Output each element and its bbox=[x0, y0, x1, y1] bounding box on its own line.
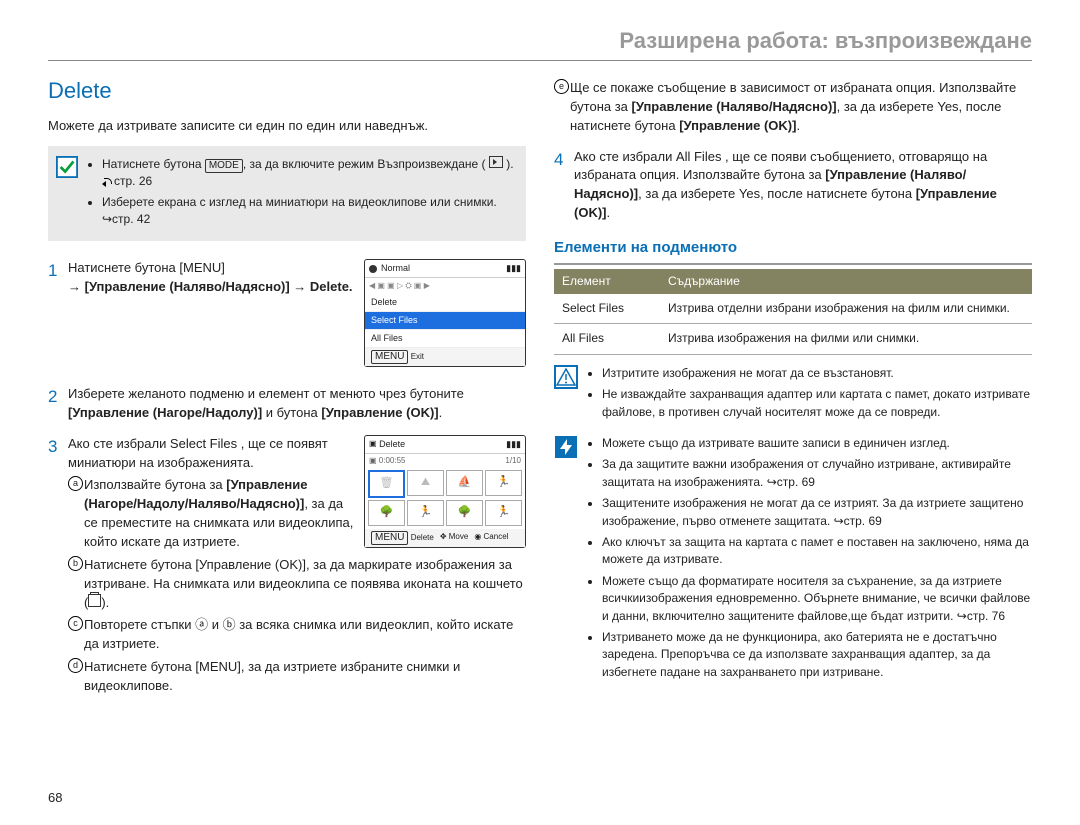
check-icon bbox=[56, 156, 78, 178]
submenu-table: Елемент Съдържание Select Files Изтрива … bbox=[554, 269, 1032, 355]
caution-icon bbox=[554, 365, 578, 394]
screen-mode-label: Normal bbox=[381, 262, 410, 275]
menu-screenshot: Normal▮▮▮ ◀ ▣ ▣ ▷ ⛭ ▣ ▶ Delete Select Fi… bbox=[364, 259, 526, 367]
footer-cancel-label: Cancel bbox=[484, 532, 509, 541]
table-header-desc: Съдържание bbox=[660, 269, 1032, 294]
cell-desc: Изтрива изображения на филми или снимки. bbox=[660, 324, 1032, 354]
thumbnail: 🌳 bbox=[368, 500, 405, 526]
thumbnail-selected: 🗑 bbox=[368, 470, 405, 498]
table-row: Select Files Изтрива отделни избрани изо… bbox=[554, 294, 1032, 324]
exit-label: Exit bbox=[411, 352, 424, 361]
play-icon bbox=[489, 156, 503, 168]
step-number: 4 bbox=[554, 148, 574, 223]
info-item: Защитените изображения не могат да се из… bbox=[602, 495, 1032, 530]
caution-item: Изтритите изображения не могат да се въз… bbox=[602, 365, 1032, 382]
info-item: За да защитите важни изображения от случ… bbox=[602, 456, 1032, 491]
section-title: Delete bbox=[48, 75, 526, 107]
info-item: Ако ключът за защита на картата с памет … bbox=[602, 534, 1032, 569]
right-column: eЩе се покаже съобщение в зависимост от … bbox=[554, 75, 1032, 712]
step-3: ▣ Delete▮▮▮ ▣ 0:00:551/10 🗑 ⛰ ⛵ 🏃 🌳 🏃 🌳 bbox=[68, 435, 526, 700]
step-1: Normal▮▮▮ ◀ ▣ ▣ ▷ ⛭ ▣ ▶ Delete Select Fi… bbox=[68, 259, 526, 373]
info-icon bbox=[554, 435, 578, 464]
info-item: Можете също да изтривате вашите записи в… bbox=[602, 435, 1032, 452]
left-column: Delete Можете да изтривате записите си е… bbox=[48, 75, 526, 712]
prereq-item: Изберете екрана с изглед на миниатюри на… bbox=[102, 194, 514, 229]
step-4: Ако сте избрали All Files , ще се появи … bbox=[574, 148, 1032, 223]
submenu-heading: Елементи на подменюто bbox=[554, 235, 1032, 265]
thumbnail: ⛰ bbox=[407, 470, 444, 496]
thumbs-title: Delete bbox=[379, 438, 405, 451]
menu-row-selected: Select Files bbox=[365, 312, 525, 330]
page-header: Разширена работа: възпроизвеждане bbox=[48, 28, 1032, 61]
intro-text: Можете да изтривате записите си един по … bbox=[48, 117, 526, 136]
substep-a: Използвайте бутона за [Управление (Нагор… bbox=[84, 476, 356, 551]
thumbnail: ⛵ bbox=[446, 470, 483, 496]
substep-d: Натиснете бутона [MENU], за да изтриете … bbox=[84, 658, 526, 696]
step-number: 3 bbox=[48, 435, 68, 700]
cell-item: Select Files bbox=[554, 294, 660, 324]
cell-desc: Изтрива отделни избрани изображения на ф… bbox=[660, 294, 1032, 324]
table-header-item: Елемент bbox=[554, 269, 660, 294]
header-title: Разширена работа: възпроизвеждане bbox=[619, 28, 1032, 53]
caution-block: Изтритите изображения не могат да се въз… bbox=[554, 365, 1032, 425]
footer-move-label: Move bbox=[449, 532, 469, 541]
menu-row: All Files bbox=[365, 330, 525, 348]
step-text: Натиснете бутона [MENU] bbox=[68, 260, 225, 275]
info-item: Изтриването може да не функционира, ако … bbox=[602, 629, 1032, 681]
thumbnail: 🏃 bbox=[485, 500, 522, 526]
caution-item: Не изваждайте захранващия адаптер или ка… bbox=[602, 386, 1032, 421]
footer-delete-label: Delete bbox=[411, 533, 434, 542]
prereq-item: Натиснете бутона MODE, за да включите ре… bbox=[102, 156, 514, 191]
substep-b: Натиснете бутона [Управление (OK)], за д… bbox=[84, 556, 526, 613]
cell-item: All Files bbox=[554, 324, 660, 354]
thumbs-counter: 1/10 bbox=[505, 455, 521, 467]
page-number: 68 bbox=[48, 790, 62, 805]
prerequisite-note: Натиснете бутона MODE, за да включите ре… bbox=[48, 146, 526, 242]
step-text: Ако сте избрали Select Files , ще се поя… bbox=[68, 436, 328, 470]
thumbs-screenshot: ▣ Delete▮▮▮ ▣ 0:00:551/10 🗑 ⛰ ⛵ 🏃 🌳 🏃 🌳 bbox=[364, 435, 526, 549]
step-text-bold: → [Управление (Наляво/Надясно)] → Delete… bbox=[68, 279, 353, 294]
step-number: 1 bbox=[48, 259, 68, 373]
thumbnail: 🌳 bbox=[446, 500, 483, 526]
step-number: 2 bbox=[48, 385, 68, 423]
substep-c: Повторете стъпки ⓐ и ⓑ за всяка снимка и… bbox=[84, 616, 526, 654]
page-ref-icon bbox=[102, 177, 114, 185]
info-block: Можете също да изтривате вашите записи в… bbox=[554, 435, 1032, 685]
table-row: All Files Изтрива изображения на филми и… bbox=[554, 324, 1032, 354]
thumbnail: 🏃 bbox=[485, 470, 522, 496]
menu-row: Delete bbox=[365, 294, 525, 312]
info-item: Можете също да форматирате носителя за с… bbox=[602, 573, 1032, 625]
step-2: Изберете желаното подменю и елемент от м… bbox=[68, 385, 526, 423]
trash-icon bbox=[88, 594, 101, 607]
substep-e: Ще се покаже съобщение в зависимост от и… bbox=[570, 79, 1032, 136]
thumbnail: 🏃 bbox=[407, 500, 444, 526]
menu-btn-label: MENU bbox=[371, 350, 408, 364]
